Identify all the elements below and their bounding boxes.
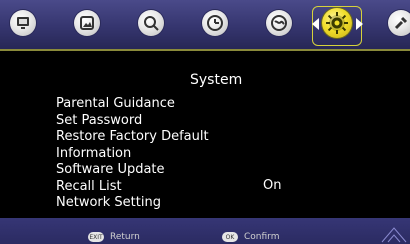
bottom-help-bar (0, 218, 410, 244)
gear-icon[interactable] (322, 8, 352, 38)
system-menu-screen: System Parental Guidance Set Password Re… (0, 0, 410, 244)
nav-right-arrow-icon[interactable] (356, 18, 363, 30)
clock-icon[interactable] (202, 10, 228, 36)
menu-item-parental-guidance[interactable]: Parental Guidance (56, 96, 316, 113)
menu-item-set-password[interactable]: Set Password (56, 113, 316, 130)
return-hint: EXIT Return (88, 230, 140, 244)
exit-key-icon: EXIT (88, 232, 104, 242)
menu-item-restore-factory-default[interactable]: Restore Factory Default (56, 129, 316, 146)
confirm-label: Confirm (244, 232, 280, 242)
nav-left-arrow-icon[interactable] (312, 18, 319, 30)
return-label: Return (110, 232, 140, 242)
menu-item-information[interactable]: Information (56, 146, 316, 163)
menu-item-software-update[interactable]: Software Update (56, 162, 316, 179)
corner-decoration-icon (381, 227, 407, 243)
page-title: System (190, 72, 243, 88)
tv-icon[interactable] (10, 10, 36, 36)
menu-item-network-setting[interactable]: Network Setting (56, 195, 316, 212)
ok-key-icon: OK (222, 232, 238, 242)
search-icon[interactable] (138, 10, 164, 36)
globe-icon[interactable] (266, 10, 292, 36)
tools-icon[interactable] (388, 10, 410, 36)
confirm-hint: OK Confirm (222, 230, 279, 244)
recall-list-value[interactable]: On (263, 178, 281, 193)
system-menu-list: Parental Guidance Set Password Restore F… (56, 96, 316, 212)
top-divider (0, 49, 410, 51)
picture-icon[interactable] (74, 10, 100, 36)
